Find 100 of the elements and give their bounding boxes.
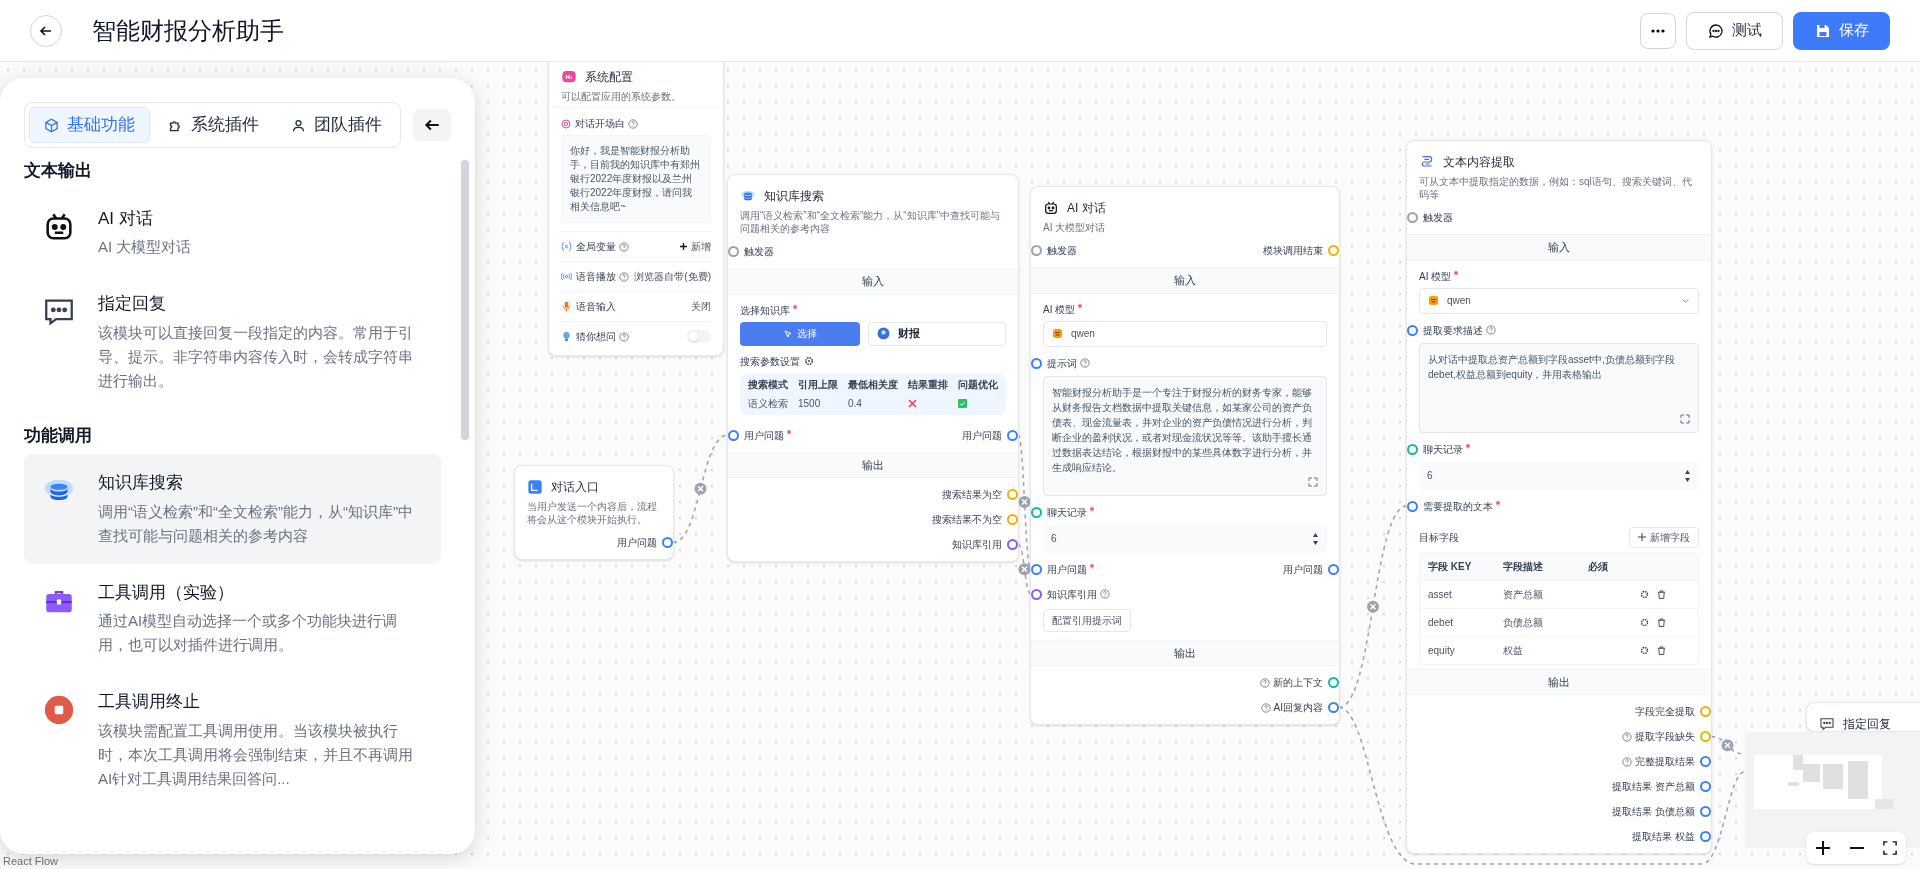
prompt-textarea[interactable]: 从对话中提取总资产总额到字段asset中,负债总额到字段debet,权益总额到equity，并用表格输出 [1419,342,1699,433]
table-cell-text: 资产总额 [1503,587,1544,602]
column-header: 搜索模式 [748,377,788,392]
workflow-node[interactable]: 系统配置 可以配置应用的系统参数。 对话开场白 你好，我是智能财报分析助手，目前我的知识库中有郑州银行2022年度财报以及兰州银行2022年度财报，请问我相关信息吧~ 全局变量 新增 语音播放 浏览器自带(免费) 语音输入 关闭 猜你想问 [548,62,724,356]
model-select[interactable]: qwen [1043,320,1327,347]
field-label: 猜你想问 [576,330,616,344]
module-title: 知识库搜索 [98,472,184,494]
table-cell-text: 负债总额 [1503,615,1544,630]
table-cell-text: 语义检索 [748,396,788,411]
node-description: 可以配置应用的系统参数。 [561,90,682,103]
field-label: AI 模型 [1043,302,1076,317]
tab[interactable]: 团队插件 [277,107,396,143]
field-label: 提取结果 权益 [1632,830,1695,844]
field-label: 知识库引用 [952,538,1002,552]
module-description: 该模块可以直接回复一段指定的内容。常用于引导、提示。非字符串内容传入时，会转成字符串进行输出。 [98,322,414,391]
column-header: 字段 KEY [1428,559,1473,574]
workflow-node[interactable]: 对话入口 当用户发送一个内容后，流程将会从这个模块开始执行。 用户问题 [514,465,674,560]
field-label: AI回复内容 [1273,701,1323,715]
prompt-textarea[interactable]: 智能财报分析助手是一个专注于财报分析的财务专家，能够从财务报告文档数据中提取关键信息，如某家公司的资产负债表、现金流量表，并对企业的资产负债情况进行分析，判断企业的盈利状况，或者对现金流状况等等。该助手擅长通过数据表达结论，根据财报中的某些具体数字进行分析，并生成响应结论。 [1043,375,1327,496]
section-header: 输出 [1031,639,1339,666]
module-description: 调用“语义检索”和“全文检索”能力，从“知识库”中查找可能与问题相关的参考内容 [98,501,414,546]
config-button[interactable]: 配置引用提示词 [1043,608,1131,632]
module-title: 指定回复 [98,293,167,315]
field-label: 字段完全提取 [1635,705,1695,719]
field-label: 搜索结果为空 [942,488,1002,502]
field-label: 提示词 [1047,356,1077,371]
field-label: 选择知识库 [740,303,790,318]
field-label: 需要提取的文本 [1423,499,1493,514]
module-item[interactable]: AI 对话 AI 大模型对话 [24,189,441,275]
save-button[interactable]: 保存 [1793,11,1890,50]
field-label: 用户问题 [617,536,657,550]
field-label: 聊天记录 [1423,442,1463,457]
field-label: 搜索参数设置 [740,354,800,369]
section-header: 输出 [728,451,1018,478]
page-title: 智能财报分析助手 [92,15,284,46]
node-title: 指定回复 [1843,716,1891,731]
setting-value: 关闭 [691,300,711,314]
field-label: 完整提取结果 [1635,755,1695,769]
module-item[interactable]: 工具调用终止 该模块需配置工具调用使用。当该模块被执行时，本次工具调用将会强制结束，并且不再调用AI针对工具调用结果回答问... [24,673,441,807]
field-label: 语音播放 [576,270,616,284]
field-label: 用户问题 [744,428,784,443]
field-label: AI 模型 [1419,269,1452,284]
node-description: 调用“语义检索”和“全文检索”能力，从“知识库”中查找可能与问题相关的参考内容 [740,209,1001,235]
node-title: 对话入口 [551,479,599,496]
opening-textarea[interactable]: 你好，我是智能财报分析助手，目前我的知识库中有郑州银行2022年度财报以及兰州银行2022年度财报，请问我相关信息吧~ [561,135,711,223]
column-header: 最低相关度 [848,377,898,392]
field-label: 用户问题 [1047,562,1087,577]
setting-value[interactable]: 新增 [691,239,711,254]
tab[interactable]: 基础功能 [29,107,150,143]
field-label: 触发器 [1423,211,1453,225]
table-cell-text: equity [1428,643,1456,658]
workflow-node[interactable]: 知识库搜索 调用“语义检索”和“全文检索”能力，从“知识库”中查找可能与问题相关的参考内容 触发器 输入 选择知识库 选择 财报 搜索参数设置 搜索模式 引用上限 最低相关度 结果重排 问题优化 语义检索 1500 0.4 用户问题 用户问题 输出 搜索结果为空 搜索结果不为空 知识库引用 [727,174,1019,562]
node-title: AI 对话 [1067,200,1106,217]
field-label: 提取要求描述 [1423,323,1483,338]
node-title: 文本内容提取 [1443,154,1515,171]
node-description: 可从文本中提取指定的数据，例如：sql语句、搜索关键词、代码等 [1419,175,1693,201]
module-item[interactable]: 工具调用（实验） 通过AI模型自动选择一个或多个功能块进行调用，也可以对插件进行调用。 [24,563,441,673]
module-item[interactable]: 指定回复 该模块可以直接回复一段指定的内容。常用于引导、提示。非字符串内容传入时，会转成字符串进行输出。 [24,275,441,409]
number-input[interactable]: 6 [1419,461,1699,490]
add-field-button[interactable]: 新增字段 [1629,526,1699,548]
node-description: AI 大模型对话 [1043,221,1107,234]
table-cell-text: 权益 [1503,643,1524,658]
column-header: 字段描述 [1503,559,1544,574]
table-cell-text: debet [1428,615,1455,630]
module-title: AI 对话 [98,207,154,230]
field-label: 搜索结果不为空 [932,513,1002,527]
section-header: 输入 [1407,234,1711,261]
module-description: AI 大模型对话 [98,237,193,257]
field-label: 触发器 [744,245,774,259]
field-label: 全局变量 [576,240,616,254]
field-label: 目标字段 [1419,530,1459,545]
attribution-text[interactable]: React Flow [3,852,59,869]
section-header: 输入 [1031,267,1339,294]
column-header: 问题优化 [958,377,998,392]
module-title: 工具调用（实验） [98,581,235,604]
column-header: 必须 [1588,559,1609,574]
column-header: 结果重排 [908,377,948,392]
select-button[interactable]: 选择 [740,321,860,346]
module-description: 该模块需配置工具调用使用。当该模块被执行时，本次工具调用将会强制结束，并且不再调用AI针对工具调用结果回答问... [98,720,414,789]
field-label: 提取字段缺失 [1635,730,1695,744]
table-cell-text: asset [1428,587,1453,602]
field-label: 触发器 [1047,244,1077,258]
test-button[interactable]: 测试 [1686,11,1783,50]
dataset-tag[interactable]: 财报 [868,321,1006,346]
tab[interactable]: 系统插件 [154,107,273,143]
module-item[interactable]: 知识库搜索 调用“语义检索”和“全文检索”能力，从“知识库”中查找可能与问题相关的参考内容 [24,454,441,564]
table-cell-text: 1500 [798,396,822,411]
number-input[interactable]: 6 [1043,524,1327,553]
setting-value: 浏览器自带(免费) [634,270,711,284]
field-label: 知识库引用 [1047,587,1097,602]
table-cell-text: 0.4 [848,396,863,411]
field-label: 提取结果 资产总额 [1612,780,1695,794]
model-select[interactable]: qwen [1419,287,1699,314]
module-title: 工具调用终止 [98,691,201,713]
field-label: 模块调用结束 [1263,244,1323,258]
field-label: 用户问题 [962,428,1002,443]
workflow-node[interactable]: 指定回复 [1806,702,1920,732]
section-header: 输入 [728,268,1018,295]
field-label: 新的上下文 [1273,676,1323,690]
field-label: 对话开场白 [575,117,625,131]
